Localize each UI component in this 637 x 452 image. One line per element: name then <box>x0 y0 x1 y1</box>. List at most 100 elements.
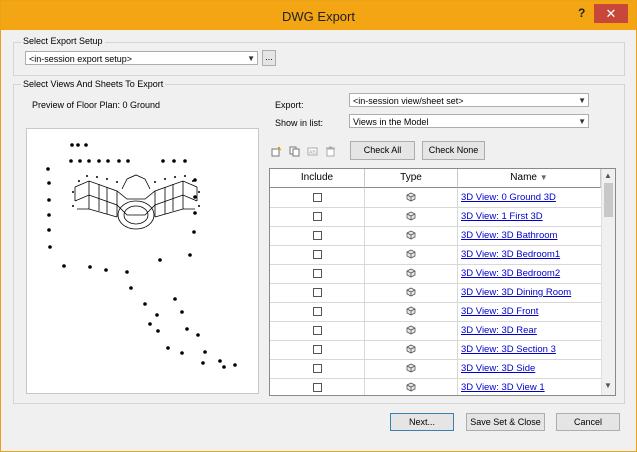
include-cell <box>270 264 365 283</box>
new-set-icon[interactable] <box>271 146 282 157</box>
include-checkbox[interactable] <box>313 212 322 221</box>
help-icon[interactable]: ? <box>578 6 585 20</box>
next-button[interactable]: Next... <box>390 413 454 431</box>
check-all-button[interactable]: Check All <box>350 141 415 160</box>
view-name-link[interactable]: 3D View: 3D View 1 <box>461 382 545 393</box>
name-cell: 3D View: 0 Ground 3D <box>458 188 600 207</box>
table-row[interactable]: 3D View: 3D Bedroom2 <box>270 264 601 284</box>
3d-view-icon <box>406 344 416 354</box>
view-name-link[interactable]: 3D View: 3D Bedroom2 <box>461 268 560 279</box>
include-cell <box>270 359 365 378</box>
include-checkbox[interactable] <box>313 383 322 392</box>
table-row[interactable]: 3D View: 3D Dining Room <box>270 283 601 303</box>
type-cell <box>365 340 458 359</box>
type-cell <box>365 378 458 395</box>
include-checkbox[interactable] <box>313 231 322 240</box>
include-cell <box>270 188 365 207</box>
name-cell: 3D View: 3D Bedroom2 <box>458 264 600 283</box>
name-cell: 3D View: 3D Front <box>458 302 600 321</box>
include-checkbox[interactable] <box>313 288 322 297</box>
name-cell: 3D View: 3D Side <box>458 359 600 378</box>
rename-set-icon[interactable]: AB <box>307 146 318 157</box>
sort-descending-icon: ▼ <box>539 173 548 182</box>
views-table: Include Type Name ▼ 3D View: 0 Ground 3D… <box>269 168 616 396</box>
name-cell: 3D View: 1 First 3D <box>458 207 600 226</box>
view-name-link[interactable]: 3D View: 3D Front <box>461 306 538 317</box>
title-bar: DWG Export ? ✕ <box>1 1 636 30</box>
table-row[interactable]: 3D View: 0 Ground 3D <box>270 188 601 208</box>
include-checkbox[interactable] <box>313 269 322 278</box>
vertical-scrollbar[interactable]: ▲ ▼ <box>601 169 615 395</box>
view-name-link[interactable]: 3D View: 3D Section 3 <box>461 344 556 355</box>
include-cell <box>270 245 365 264</box>
column-header-name[interactable]: Name ▼ <box>458 169 601 188</box>
name-cell: 3D View: 3D Section 3 <box>458 340 600 359</box>
view-name-link[interactable]: 3D View: 3D Rear <box>461 325 537 336</box>
include-checkbox[interactable] <box>313 307 322 316</box>
column-header-include[interactable]: Include <box>270 169 365 188</box>
include-cell <box>270 378 365 395</box>
include-cell <box>270 283 365 302</box>
export-set-value: <in-session view/sheet set> <box>353 96 464 106</box>
browse-setup-button[interactable]: ... <box>262 50 276 66</box>
view-name-link[interactable]: 3D View: 0 Ground 3D <box>461 192 556 203</box>
include-checkbox[interactable] <box>313 326 322 335</box>
3d-view-icon <box>406 230 416 240</box>
duplicate-set-icon[interactable] <box>289 146 300 157</box>
chevron-down-icon: ▼ <box>247 54 255 63</box>
3d-view-icon <box>406 211 416 221</box>
include-checkbox[interactable] <box>313 193 322 202</box>
type-cell <box>365 359 458 378</box>
table-row[interactable]: 3D View: 3D Bathroom <box>270 226 601 246</box>
type-cell <box>365 283 458 302</box>
type-cell <box>365 302 458 321</box>
close-icon[interactable]: ✕ <box>594 4 628 23</box>
include-checkbox[interactable] <box>313 345 322 354</box>
export-setup-label: Select Export Setup <box>21 36 105 46</box>
export-setup-dropdown[interactable]: <in-session export setup> ▼ <box>25 51 258 65</box>
show-in-list-label: Show in list: <box>275 118 324 128</box>
3d-view-icon <box>406 382 416 392</box>
name-cell: 3D View: 3D Dining Room <box>458 283 600 302</box>
cancel-button[interactable]: Cancel <box>556 413 620 431</box>
export-set-dropdown[interactable]: <in-session view/sheet set> ▼ <box>349 93 589 107</box>
type-cell <box>365 188 458 207</box>
view-name-link[interactable]: 3D View: 1 First 3D <box>461 211 543 222</box>
svg-text:AB: AB <box>309 150 316 156</box>
export-label: Export: <box>275 100 304 110</box>
name-cell: 3D View: 3D Rear <box>458 321 600 340</box>
include-cell <box>270 302 365 321</box>
view-name-link[interactable]: 3D View: 3D Bathroom <box>461 230 557 241</box>
column-header-type[interactable]: Type <box>365 169 458 188</box>
table-row[interactable]: 3D View: 3D Section 3 <box>270 340 601 360</box>
scroll-up-icon[interactable]: ▲ <box>604 171 612 180</box>
export-setup-value: <in-session export setup> <box>29 54 133 64</box>
chevron-down-icon: ▼ <box>578 96 586 105</box>
include-checkbox[interactable] <box>313 250 322 259</box>
table-row[interactable]: 3D View: 3D Front <box>270 302 601 322</box>
table-row[interactable]: 3D View: 3D Rear <box>270 321 601 341</box>
include-checkbox[interactable] <box>313 364 322 373</box>
include-cell <box>270 321 365 340</box>
floor-plan-preview <box>26 128 259 394</box>
window-title: DWG Export <box>282 9 355 24</box>
scroll-down-icon[interactable]: ▼ <box>604 381 612 390</box>
table-row[interactable]: 3D View: 1 First 3D <box>270 207 601 227</box>
chevron-down-icon: ▼ <box>578 117 586 126</box>
3d-view-icon <box>406 287 416 297</box>
check-none-button[interactable]: Check None <box>422 141 485 160</box>
include-cell <box>270 226 365 245</box>
view-name-link[interactable]: 3D View: 3D Bedroom1 <box>461 249 560 260</box>
3d-view-icon <box>406 249 416 259</box>
show-in-list-dropdown[interactable]: Views in the Model ▼ <box>349 114 589 128</box>
scroll-thumb[interactable] <box>604 183 613 217</box>
dwg-export-dialog: DWG Export ? ✕ Select Export Setup <in-s… <box>0 0 637 452</box>
view-name-link[interactable]: 3D View: 3D Dining Room <box>461 287 571 298</box>
save-set-close-button[interactable]: Save Set & Close <box>466 413 545 431</box>
table-row[interactable]: 3D View: 3D Side <box>270 359 601 379</box>
table-row[interactable]: 3D View: 3D Bedroom1 <box>270 245 601 265</box>
delete-set-icon[interactable] <box>325 146 336 157</box>
table-row[interactable]: 3D View: 3D View 1 <box>270 378 601 395</box>
view-name-link[interactable]: 3D View: 3D Side <box>461 363 535 374</box>
views-group-label: Select Views And Sheets To Export <box>21 79 166 89</box>
